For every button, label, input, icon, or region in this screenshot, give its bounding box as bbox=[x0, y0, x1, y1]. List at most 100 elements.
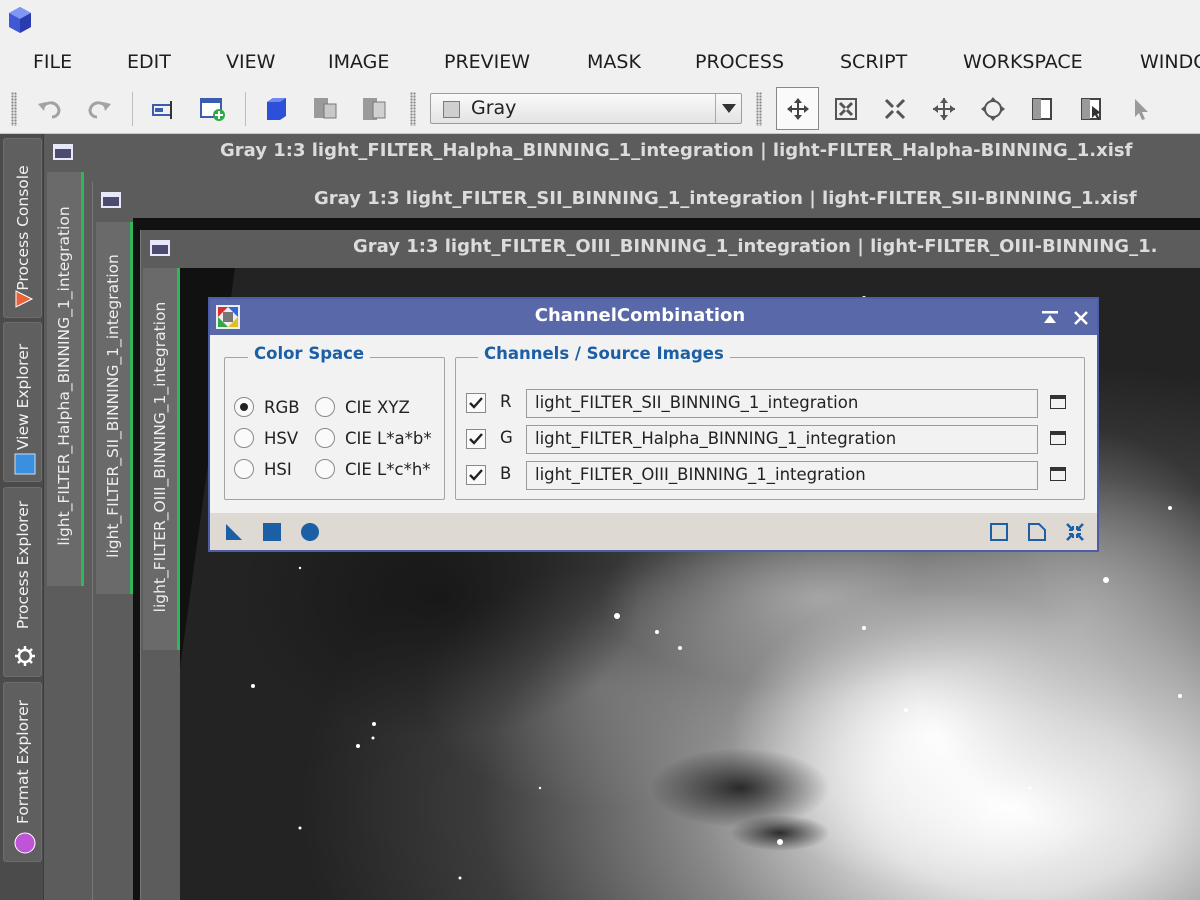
channel-b-source-field[interactable]: light_FILTER_OIII_BINNING_1_integration bbox=[526, 461, 1038, 490]
radio-label: CIE XYZ bbox=[345, 397, 410, 417]
pixinsight-logo-icon bbox=[8, 6, 32, 38]
select-view-icon[interactable] bbox=[1050, 395, 1066, 409]
menu-edit[interactable]: EDIT bbox=[127, 51, 171, 73]
radio-label: CIE L*c*h* bbox=[345, 459, 431, 479]
radio-indicator[interactable] bbox=[234, 397, 254, 417]
view-tab-label: light_FILTER_OIII_BINNING_1_integration bbox=[151, 301, 169, 613]
toolbar-separator bbox=[245, 92, 246, 126]
channel-b-checkbox[interactable] bbox=[466, 465, 486, 485]
fit-view-icon[interactable] bbox=[929, 94, 959, 124]
duplicate-image-icon[interactable] bbox=[359, 94, 389, 124]
app-titlebar bbox=[0, 0, 1200, 40]
blue-cube-icon[interactable] bbox=[261, 94, 291, 124]
channel-g-checkbox[interactable] bbox=[466, 429, 486, 449]
radio-rgb[interactable]: RGB bbox=[234, 397, 300, 417]
view-tab-sii[interactable]: light_FILTER_SII_BINNING_1_integration bbox=[96, 222, 133, 594]
radio-indicator[interactable] bbox=[315, 397, 335, 417]
menu-window[interactable]: WINDO bbox=[1140, 51, 1200, 73]
toolbar-grip[interactable] bbox=[756, 92, 762, 126]
window-titlebar[interactable]: Gray 1:3 light_FILTER_Halpha_BINNING_1_i… bbox=[44, 134, 1200, 170]
menu-preview[interactable]: PREVIEW bbox=[444, 51, 530, 73]
apply-icon[interactable] bbox=[261, 521, 283, 543]
pointer-icon[interactable] bbox=[1125, 94, 1155, 124]
radio-cie-lab[interactable]: CIE L*a*b* bbox=[315, 428, 432, 448]
menu-view[interactable]: VIEW bbox=[226, 51, 275, 73]
rgb-channel-select[interactable]: Gray bbox=[430, 93, 742, 124]
window-titlebar[interactable]: Gray 1:3 light_FILTER_OIII_BINNING_1_int… bbox=[141, 230, 1200, 266]
zoom-in-icon[interactable] bbox=[831, 94, 861, 124]
channel-select-value: Gray bbox=[471, 97, 517, 119]
channel-combination-dialog[interactable]: ChannelCombination Color Space RGB CIE X… bbox=[208, 297, 1099, 552]
clone-image-icon[interactable] bbox=[310, 94, 340, 124]
dock-tab-process-console[interactable]: Process Console bbox=[3, 138, 42, 318]
dialog-titlebar[interactable]: ChannelCombination bbox=[210, 299, 1097, 335]
window-icon[interactable] bbox=[101, 192, 121, 208]
view-tab-label: light_FILTER_SII_BINNING_1_integration bbox=[104, 254, 122, 558]
color-space-title: Color Space bbox=[248, 344, 371, 363]
dock-tab-label: Process Explorer bbox=[13, 500, 32, 630]
dock-tab-label: View Explorer bbox=[13, 343, 32, 451]
undo-icon[interactable] bbox=[35, 94, 65, 124]
dock-tab-process-explorer[interactable]: Process Explorer bbox=[3, 487, 42, 677]
window-icon[interactable] bbox=[150, 240, 170, 256]
radio-hsi[interactable]: HSI bbox=[234, 459, 292, 479]
zoom-out-icon[interactable] bbox=[880, 94, 910, 124]
gear-icon bbox=[14, 645, 36, 671]
channel-row-r: R light_FILTER_SII_BINNING_1_integration bbox=[456, 389, 1086, 419]
select-view-icon[interactable] bbox=[1050, 467, 1066, 481]
radio-cie-xyz[interactable]: CIE XYZ bbox=[315, 397, 410, 417]
menu-workspace[interactable]: WORKSPACE bbox=[963, 51, 1083, 73]
radio-cie-lch[interactable]: CIE L*c*h* bbox=[315, 459, 431, 479]
channel-r-checkbox[interactable] bbox=[466, 393, 486, 413]
radio-label: RGB bbox=[264, 397, 300, 417]
browse-documentation-icon[interactable] bbox=[988, 521, 1010, 543]
channel-swatch bbox=[443, 101, 460, 118]
close-icon[interactable] bbox=[1074, 310, 1088, 329]
select-view-icon[interactable] bbox=[1050, 431, 1066, 445]
radio-indicator[interactable] bbox=[234, 459, 254, 479]
dock-tab-label: Format Explorer bbox=[13, 699, 32, 825]
redo-icon[interactable] bbox=[84, 94, 114, 124]
dock-tab-format-explorer[interactable]: Format Explorer bbox=[3, 682, 42, 862]
apply-global-icon[interactable] bbox=[299, 521, 321, 543]
radio-indicator[interactable] bbox=[315, 459, 335, 479]
shade-icon[interactable] bbox=[1042, 310, 1058, 329]
channel-row-b: B light_FILTER_OIII_BINNING_1_integratio… bbox=[456, 461, 1086, 491]
readout-mode-icon[interactable] bbox=[978, 94, 1008, 124]
radio-indicator[interactable] bbox=[234, 428, 254, 448]
dialog-title: ChannelCombination bbox=[534, 305, 746, 326]
reset-icon[interactable] bbox=[1026, 521, 1048, 543]
menu-mask[interactable]: MASK bbox=[587, 51, 641, 73]
side-dock: Process Console View Explorer Process Ex… bbox=[0, 134, 44, 900]
toolbar-grip[interactable] bbox=[11, 92, 17, 126]
window-icon[interactable] bbox=[53, 144, 73, 160]
collapse-icon[interactable] bbox=[1064, 521, 1086, 543]
view-tab-halpha[interactable]: light_FILTER_Halpha_BINNING_1_integratio… bbox=[47, 172, 84, 586]
channel-r-label: R bbox=[500, 392, 512, 411]
channel-g-source-field[interactable]: light_FILTER_Halpha_BINNING_1_integratio… bbox=[526, 425, 1038, 454]
chevron-down-icon[interactable] bbox=[715, 94, 741, 123]
window-titlebar[interactable]: Gray 1:3 light_FILTER_SII_BINNING_1_inte… bbox=[93, 182, 1200, 218]
channel-row-g: G light_FILTER_Halpha_BINNING_1_integrat… bbox=[456, 425, 1086, 455]
process-console-icon bbox=[14, 289, 34, 313]
channel-g-label: G bbox=[500, 428, 513, 447]
dock-tab-label: Process Console bbox=[13, 165, 32, 291]
radio-indicator[interactable] bbox=[315, 428, 335, 448]
toolbar-grip[interactable] bbox=[410, 92, 416, 126]
dock-tab-view-explorer[interactable]: View Explorer bbox=[3, 322, 42, 482]
new-image-icon[interactable] bbox=[197, 94, 227, 124]
view-tab-oiii[interactable]: light_FILTER_OIII_BINNING_1_integration bbox=[143, 268, 180, 650]
menu-image[interactable]: IMAGE bbox=[328, 51, 389, 73]
rename-identifier-icon[interactable] bbox=[148, 94, 178, 124]
radio-label: HSV bbox=[264, 428, 299, 448]
radio-hsv[interactable]: HSV bbox=[234, 428, 298, 448]
edit-preview-icon[interactable] bbox=[1076, 94, 1106, 124]
menu-process[interactable]: PROCESS bbox=[695, 51, 784, 73]
menu-script[interactable]: SCRIPT bbox=[840, 51, 907, 73]
pan-mode-icon[interactable] bbox=[776, 87, 819, 130]
preview-mode-icon[interactable] bbox=[1027, 94, 1057, 124]
new-instance-icon[interactable] bbox=[223, 521, 245, 543]
window-title: Gray 1:3 light_FILTER_SII_BINNING_1_inte… bbox=[314, 188, 1137, 209]
menu-file[interactable]: FILE bbox=[33, 51, 72, 73]
channel-r-source-field[interactable]: light_FILTER_SII_BINNING_1_integration bbox=[526, 389, 1038, 418]
